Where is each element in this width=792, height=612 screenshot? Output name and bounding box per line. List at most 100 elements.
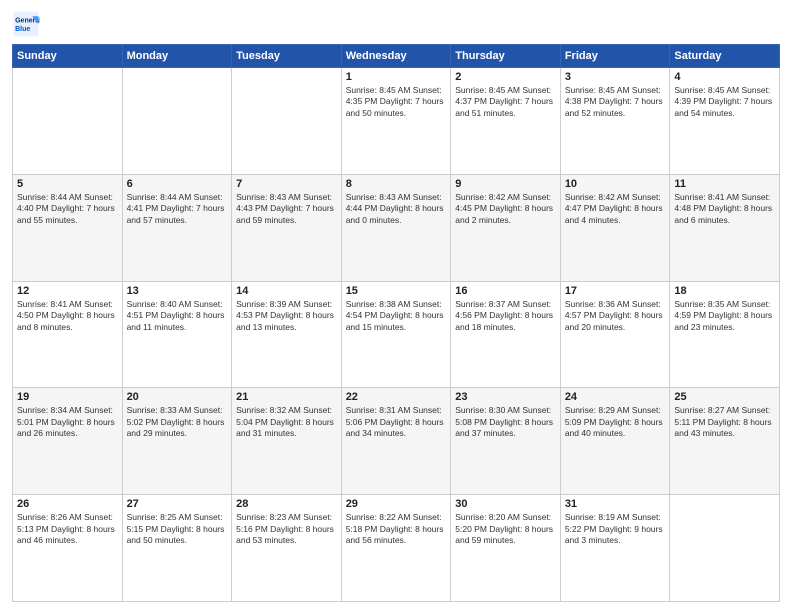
day-info: Sunrise: 8:41 AM Sunset: 4:50 PM Dayligh… xyxy=(17,299,118,333)
weekday-header-sunday: Sunday xyxy=(13,45,123,68)
day-info: Sunrise: 8:42 AM Sunset: 4:45 PM Dayligh… xyxy=(455,192,556,226)
calendar-cell: 12 Sunrise: 8:41 AM Sunset: 4:50 PM Dayli… xyxy=(13,281,123,388)
day-info: Sunrise: 8:44 AM Sunset: 4:40 PM Dayligh… xyxy=(17,192,118,226)
day-number: 30 xyxy=(455,498,556,510)
calendar-cell: 22 Sunrise: 8:31 AM Sunset: 5:06 PM Dayli… xyxy=(341,388,451,495)
day-number: 29 xyxy=(346,498,447,510)
calendar-cell: 11 Sunrise: 8:41 AM Sunset: 4:48 PM Dayli… xyxy=(670,174,780,281)
day-number: 20 xyxy=(127,391,228,403)
calendar-cell: 31Sunrise: 8:19 AM Sunset: 5:22 PM Dayli… xyxy=(560,495,670,602)
calendar-cell: 4 Sunrise: 8:45 AM Sunset: 4:39 PM Daylig… xyxy=(670,68,780,175)
day-info: Sunrise: 8:33 AM Sunset: 5:02 PM Dayligh… xyxy=(127,405,228,439)
day-number: 17 xyxy=(565,285,666,297)
calendar-week-3: 19 Sunrise: 8:34 AM Sunset: 5:01 PM Dayli… xyxy=(13,388,780,495)
day-info: Sunrise: 8:39 AM Sunset: 4:53 PM Dayligh… xyxy=(236,299,337,333)
day-number: 4 xyxy=(674,71,775,83)
day-number: 14 xyxy=(236,285,337,297)
calendar-cell: 28 Sunrise: 8:23 AM Sunset: 5:16 PM Dayli… xyxy=(232,495,342,602)
calendar-cell xyxy=(13,68,123,175)
calendar-cell: 27 Sunrise: 8:25 AM Sunset: 5:15 PM Dayli… xyxy=(122,495,232,602)
day-number: 1 xyxy=(346,71,447,83)
weekday-header-thursday: Thursday xyxy=(451,45,561,68)
day-info: Sunrise: 8:22 AM Sunset: 5:18 PM Dayligh… xyxy=(346,512,447,546)
day-info: Sunrise: 8:36 AM Sunset: 4:57 PM Dayligh… xyxy=(565,299,666,333)
calendar-cell: 18Sunrise: 8:35 AM Sunset: 4:59 PM Dayli… xyxy=(670,281,780,388)
calendar-cell: 29 Sunrise: 8:22 AM Sunset: 5:18 PM Dayli… xyxy=(341,495,451,602)
day-number: 21 xyxy=(236,391,337,403)
day-info: Sunrise: 8:34 AM Sunset: 5:01 PM Dayligh… xyxy=(17,405,118,439)
day-number: 9 xyxy=(455,178,556,190)
weekday-header-tuesday: Tuesday xyxy=(232,45,342,68)
calendar-cell: 5 Sunrise: 8:44 AM Sunset: 4:40 PM Daylig… xyxy=(13,174,123,281)
calendar-cell: 7 Sunrise: 8:43 AM Sunset: 4:43 PM Daylig… xyxy=(232,174,342,281)
day-number: 2 xyxy=(455,71,556,83)
day-info: Sunrise: 8:41 AM Sunset: 4:48 PM Dayligh… xyxy=(674,192,775,226)
calendar-cell xyxy=(122,68,232,175)
calendar-table: SundayMondayTuesdayWednesdayThursdayFrid… xyxy=(12,44,780,602)
day-info: Sunrise: 8:45 AM Sunset: 4:35 PM Dayligh… xyxy=(346,85,447,119)
day-info: Sunrise: 8:23 AM Sunset: 5:16 PM Dayligh… xyxy=(236,512,337,546)
weekday-header-monday: Monday xyxy=(122,45,232,68)
day-number: 25 xyxy=(674,391,775,403)
calendar-cell: 6 Sunrise: 8:44 AM Sunset: 4:41 PM Daylig… xyxy=(122,174,232,281)
calendar-cell: 13 Sunrise: 8:40 AM Sunset: 4:51 PM Dayli… xyxy=(122,281,232,388)
calendar-cell: 2 Sunrise: 8:45 AM Sunset: 4:37 PM Daylig… xyxy=(451,68,561,175)
day-number: 28 xyxy=(236,498,337,510)
day-number: 5 xyxy=(17,178,118,190)
calendar-cell: 30 Sunrise: 8:20 AM Sunset: 5:20 PM Dayli… xyxy=(451,495,561,602)
day-info: Sunrise: 8:42 AM Sunset: 4:47 PM Dayligh… xyxy=(565,192,666,226)
day-number: 19 xyxy=(17,391,118,403)
day-info: Sunrise: 8:44 AM Sunset: 4:41 PM Dayligh… xyxy=(127,192,228,226)
day-number: 7 xyxy=(236,178,337,190)
day-number: 10 xyxy=(565,178,666,190)
calendar-cell: 14 Sunrise: 8:39 AM Sunset: 4:53 PM Dayli… xyxy=(232,281,342,388)
calendar-week-4: 26Sunrise: 8:26 AM Sunset: 5:13 PM Dayli… xyxy=(13,495,780,602)
logo-icon: General Blue xyxy=(12,10,40,38)
day-info: Sunrise: 8:38 AM Sunset: 4:54 PM Dayligh… xyxy=(346,299,447,333)
day-info: Sunrise: 8:45 AM Sunset: 4:38 PM Dayligh… xyxy=(565,85,666,119)
day-number: 27 xyxy=(127,498,228,510)
calendar-cell: 17 Sunrise: 8:36 AM Sunset: 4:57 PM Dayli… xyxy=(560,281,670,388)
day-info: Sunrise: 8:29 AM Sunset: 5:09 PM Dayligh… xyxy=(565,405,666,439)
day-info: Sunrise: 8:31 AM Sunset: 5:06 PM Dayligh… xyxy=(346,405,447,439)
calendar-cell: 26Sunrise: 8:26 AM Sunset: 5:13 PM Dayli… xyxy=(13,495,123,602)
calendar-cell: 15Sunrise: 8:38 AM Sunset: 4:54 PM Dayli… xyxy=(341,281,451,388)
day-info: Sunrise: 8:20 AM Sunset: 5:20 PM Dayligh… xyxy=(455,512,556,546)
day-number: 23 xyxy=(455,391,556,403)
day-info: Sunrise: 8:40 AM Sunset: 4:51 PM Dayligh… xyxy=(127,299,228,333)
day-number: 18 xyxy=(674,285,775,297)
day-number: 11 xyxy=(674,178,775,190)
day-info: Sunrise: 8:37 AM Sunset: 4:56 PM Dayligh… xyxy=(455,299,556,333)
day-info: Sunrise: 8:43 AM Sunset: 4:44 PM Dayligh… xyxy=(346,192,447,226)
calendar-cell: 3Sunrise: 8:45 AM Sunset: 4:38 PM Daylig… xyxy=(560,68,670,175)
logo: General Blue xyxy=(12,10,44,38)
calendar-cell: 9 Sunrise: 8:42 AM Sunset: 4:45 PM Daylig… xyxy=(451,174,561,281)
calendar-cell: 25 Sunrise: 8:27 AM Sunset: 5:11 PM Dayli… xyxy=(670,388,780,495)
day-info: Sunrise: 8:32 AM Sunset: 5:04 PM Dayligh… xyxy=(236,405,337,439)
day-info: Sunrise: 8:27 AM Sunset: 5:11 PM Dayligh… xyxy=(674,405,775,439)
day-number: 22 xyxy=(346,391,447,403)
weekday-header-row: SundayMondayTuesdayWednesdayThursdayFrid… xyxy=(13,45,780,68)
calendar-cell: 19 Sunrise: 8:34 AM Sunset: 5:01 PM Dayli… xyxy=(13,388,123,495)
weekday-header-friday: Friday xyxy=(560,45,670,68)
calendar-cell: 20 Sunrise: 8:33 AM Sunset: 5:02 PM Dayli… xyxy=(122,388,232,495)
day-number: 12 xyxy=(17,285,118,297)
day-number: 6 xyxy=(127,178,228,190)
day-number: 13 xyxy=(127,285,228,297)
calendar-cell: 8Sunrise: 8:43 AM Sunset: 4:44 PM Daylig… xyxy=(341,174,451,281)
calendar-cell: 21 Sunrise: 8:32 AM Sunset: 5:04 PM Dayli… xyxy=(232,388,342,495)
calendar-week-0: 1 Sunrise: 8:45 AM Sunset: 4:35 PM Daylig… xyxy=(13,68,780,175)
day-info: Sunrise: 8:25 AM Sunset: 5:15 PM Dayligh… xyxy=(127,512,228,546)
day-info: Sunrise: 8:30 AM Sunset: 5:08 PM Dayligh… xyxy=(455,405,556,439)
day-info: Sunrise: 8:45 AM Sunset: 4:39 PM Dayligh… xyxy=(674,85,775,119)
day-number: 16 xyxy=(455,285,556,297)
calendar-week-2: 12 Sunrise: 8:41 AM Sunset: 4:50 PM Dayli… xyxy=(13,281,780,388)
calendar-cell: 1 Sunrise: 8:45 AM Sunset: 4:35 PM Daylig… xyxy=(341,68,451,175)
day-info: Sunrise: 8:45 AM Sunset: 4:37 PM Dayligh… xyxy=(455,85,556,119)
weekday-header-wednesday: Wednesday xyxy=(341,45,451,68)
calendar-cell: 10 Sunrise: 8:42 AM Sunset: 4:47 PM Dayli… xyxy=(560,174,670,281)
calendar-cell xyxy=(670,495,780,602)
day-info: Sunrise: 8:19 AM Sunset: 5:22 PM Dayligh… xyxy=(565,512,666,546)
page: General Blue SundayMondayTuesdayWednesda… xyxy=(0,0,792,612)
day-info: Sunrise: 8:43 AM Sunset: 4:43 PM Dayligh… xyxy=(236,192,337,226)
